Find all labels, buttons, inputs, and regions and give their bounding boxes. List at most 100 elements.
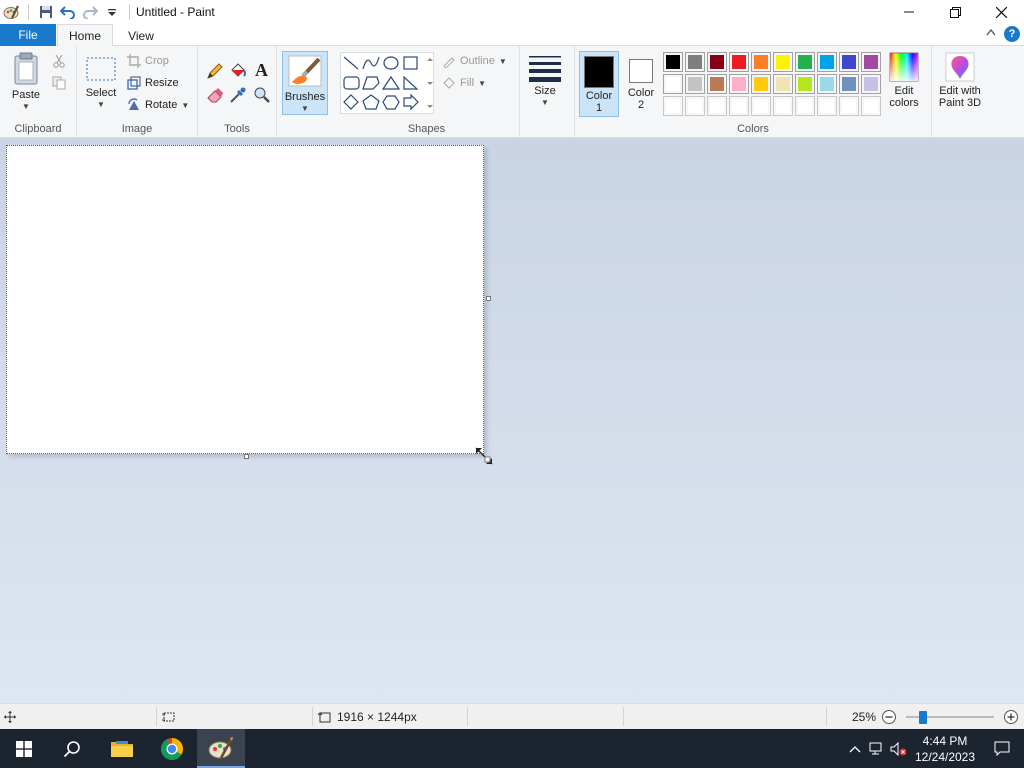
gallery-scroll-up-icon [427, 58, 433, 61]
crop-button[interactable]: Crop [127, 54, 169, 68]
status-divider [467, 707, 468, 726]
palette-color-fill [666, 77, 680, 91]
customize-qat-icon[interactable] [103, 3, 121, 21]
zoom-in-button[interactable] [1003, 704, 1019, 729]
palette-color-swatch[interactable] [751, 52, 771, 72]
select-button[interactable]: Select ▼ [83, 56, 119, 111]
palette-color-swatch[interactable] [795, 52, 815, 72]
chevron-down-icon: ▼ [498, 56, 507, 66]
color2-button[interactable]: Color 2 [623, 51, 659, 117]
chrome-button[interactable] [148, 729, 196, 768]
palette-color-swatch[interactable] [839, 96, 859, 116]
color-picker-icon[interactable] [229, 86, 247, 107]
qat-separator [28, 4, 29, 20]
diamond-shape-icon [343, 94, 359, 110]
tab-home[interactable]: Home [57, 24, 113, 47]
fill-bucket-icon[interactable] [229, 62, 247, 83]
restore-button[interactable] [932, 0, 978, 24]
chevron-up-icon [849, 745, 861, 752]
resize-handle-right[interactable] [486, 296, 491, 301]
text-tool-icon[interactable]: A [253, 60, 271, 81]
palette-color-swatch[interactable] [663, 74, 683, 94]
copy-icon[interactable] [52, 76, 66, 93]
palette-color-swatch[interactable] [861, 96, 881, 116]
tab-view[interactable]: View [118, 24, 164, 47]
canvas-workspace[interactable] [0, 138, 1024, 703]
outline-label: Outline [460, 55, 495, 67]
palette-color-swatch[interactable] [861, 74, 881, 94]
palette-color-swatch[interactable] [707, 52, 727, 72]
palette-color-swatch[interactable] [729, 74, 749, 94]
cut-icon[interactable] [52, 54, 66, 71]
palette-color-swatch[interactable] [861, 52, 881, 72]
fill-button[interactable]: Fill ▼ [442, 76, 486, 90]
close-button[interactable] [978, 0, 1024, 24]
palette-color-swatch[interactable] [773, 74, 793, 94]
search-button[interactable] [48, 729, 96, 768]
palette-color-swatch[interactable] [795, 96, 815, 116]
resize-handle-bottom[interactable] [244, 454, 249, 459]
magnifier-icon[interactable] [253, 86, 271, 107]
palette-color-swatch[interactable] [729, 96, 749, 116]
minimize-ribbon-icon[interactable] [986, 27, 996, 39]
palette-color-swatch[interactable] [839, 74, 859, 94]
palette-color-swatch[interactable] [751, 74, 771, 94]
image-size-icon [318, 711, 331, 722]
palette-color-swatch[interactable] [685, 96, 705, 116]
file-explorer-button[interactable] [98, 729, 146, 768]
minimize-button[interactable] [886, 0, 932, 24]
paint-taskbar-button[interactable] [197, 729, 245, 768]
action-center-button[interactable] [980, 741, 1024, 756]
undo-icon[interactable] [59, 3, 77, 21]
save-icon[interactable] [37, 3, 55, 21]
palette-color-swatch[interactable] [839, 52, 859, 72]
palette-color-swatch[interactable] [685, 74, 705, 94]
taskbar: 4:44 PM 12/24/2023 [0, 729, 1024, 768]
chevron-down-icon: ▼ [181, 100, 190, 110]
zoom-slider[interactable] [906, 704, 994, 729]
eraser-icon[interactable] [206, 86, 224, 107]
pencil-icon[interactable] [206, 62, 224, 83]
tab-file[interactable]: File [0, 24, 56, 46]
palette-color-swatch[interactable] [773, 52, 793, 72]
resize-button[interactable]: Resize [127, 76, 179, 90]
paste-button[interactable]: Paste ▼ [6, 52, 46, 113]
color1-button[interactable]: Color 1 [579, 51, 619, 117]
zoom-slider-thumb[interactable] [919, 710, 927, 724]
palette-color-swatch[interactable] [707, 74, 727, 94]
palette-color-swatch[interactable] [773, 96, 793, 116]
palette-color-swatch[interactable] [663, 96, 683, 116]
clock-date: 12/24/2023 [914, 749, 976, 764]
drawing-canvas[interactable] [6, 145, 484, 454]
ribbon-tabs: File Home View ? [0, 24, 1024, 47]
rotate-button[interactable]: Rotate ▼ [127, 98, 189, 112]
shapes-group: Outline ▼ Fill ▼ Shapes [334, 46, 520, 138]
palette-color-swatch[interactable] [685, 52, 705, 72]
redo-icon[interactable] [81, 3, 99, 21]
palette-color-swatch[interactable] [707, 96, 727, 116]
colors-group-label: Colors [737, 123, 769, 135]
paint-app-icon[interactable] [2, 3, 20, 21]
palette-color-swatch[interactable] [817, 52, 837, 72]
palette-color-swatch[interactable] [729, 52, 749, 72]
brushes-button[interactable]: Brushes ▼ [282, 51, 328, 115]
volume-muted-icon[interactable] [888, 741, 910, 756]
outline-button[interactable]: Outline ▼ [442, 54, 507, 68]
resize-handle-corner[interactable] [474, 446, 494, 469]
palette-color-swatch[interactable] [663, 52, 683, 72]
size-button[interactable]: Size ▼ [526, 54, 564, 109]
palette-color-swatch[interactable] [817, 96, 837, 116]
edit-with-paint3d-button[interactable]: Edit with Paint 3D [935, 52, 985, 109]
system-tray: 4:44 PM 12/24/2023 [844, 729, 1024, 768]
palette-color-swatch[interactable] [751, 96, 771, 116]
help-icon[interactable]: ? [1004, 26, 1020, 42]
edit-colors-button[interactable]: Edit colors [885, 52, 923, 109]
palette-color-swatch[interactable] [795, 74, 815, 94]
show-hidden-icons-button[interactable] [844, 745, 866, 753]
start-button[interactable] [0, 729, 48, 768]
clock[interactable]: 4:44 PM 12/24/2023 [910, 733, 980, 765]
palette-color-swatch[interactable] [817, 74, 837, 94]
chrome-icon [161, 737, 183, 760]
network-icon[interactable] [866, 742, 888, 756]
zoom-out-button[interactable] [881, 704, 897, 729]
